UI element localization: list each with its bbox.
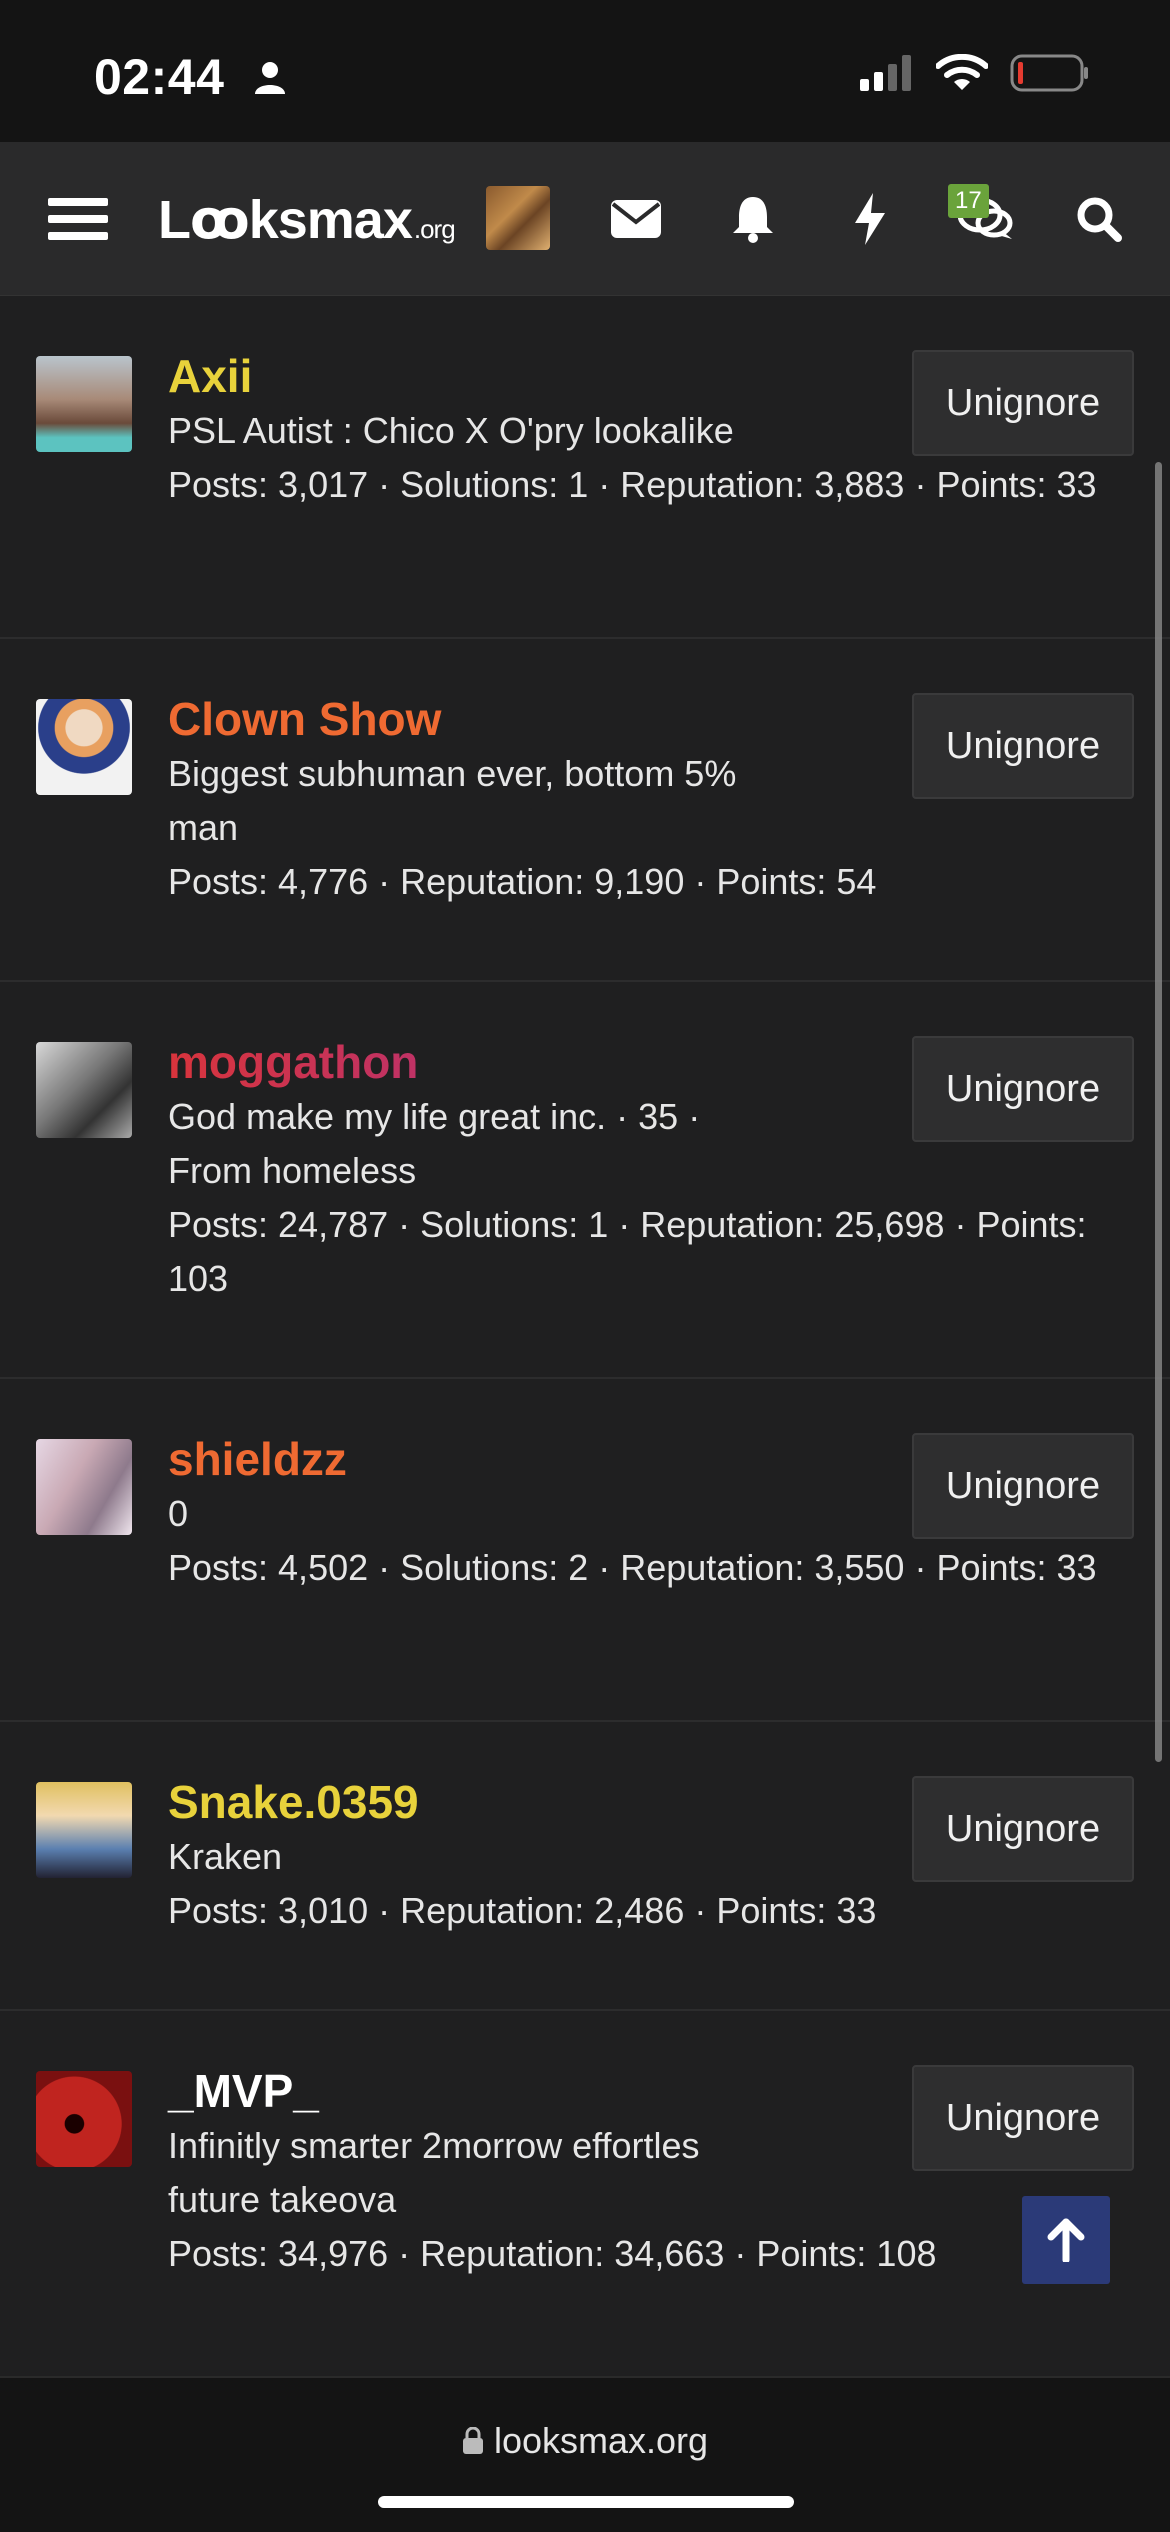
lock-icon xyxy=(462,2426,483,2454)
avatar xyxy=(486,186,550,250)
avatar[interactable] xyxy=(36,1042,132,1138)
conversations-button[interactable] xyxy=(956,142,1016,296)
inbox-button[interactable] xyxy=(610,142,662,296)
battery-icon xyxy=(1010,54,1088,92)
lightning-icon xyxy=(855,193,885,245)
unignore-button[interactable]: Unignore xyxy=(912,1433,1134,1539)
search-button[interactable] xyxy=(1074,142,1124,296)
status-time: 02:44 xyxy=(94,49,225,105)
unignore-button[interactable]: Unignore xyxy=(912,1036,1134,1142)
status-bar: 02:44 xyxy=(0,0,1170,142)
bell-icon xyxy=(733,197,773,243)
avatar[interactable] xyxy=(36,1439,132,1535)
top-nav: Lꝏksmax .org xyxy=(0,142,1170,296)
search-icon xyxy=(1077,197,1122,242)
list-item: _MVP_ Infinitly smarter 2morrow effortle… xyxy=(0,2011,1170,2374)
user-stats: Posts: 3,017 · Solutions: 1 · Reputation… xyxy=(168,464,1097,505)
avatar[interactable] xyxy=(36,1782,132,1878)
whats-new-button[interactable] xyxy=(850,142,890,296)
status-indicators xyxy=(860,54,1090,92)
scroll-to-top-button[interactable] xyxy=(1022,2196,1110,2284)
user-stats: Posts: 24,787 · Solutions: 1 · Reputatio… xyxy=(168,1204,1087,1299)
url-text: looksmax.org xyxy=(493,2420,709,2461)
home-indicator[interactable] xyxy=(378,2496,794,2508)
logo-text: Lꝏksmax xyxy=(158,189,413,250)
list-item: Snake.0359 Kraken Posts: 3,010 · Reputat… xyxy=(0,1722,1170,2011)
list-item: moggathon God make my life great inc. · … xyxy=(0,982,1170,1379)
list-item: Axii PSL Autist : Chico X O'pry lookalik… xyxy=(0,296,1170,639)
conversations-badge: 17 xyxy=(948,184,989,218)
alerts-button[interactable] xyxy=(728,142,778,296)
site-logo[interactable]: Lꝏksmax .org xyxy=(158,142,456,296)
url-display[interactable]: looksmax.org xyxy=(0,2420,1170,2462)
unignore-button[interactable]: Unignore xyxy=(912,1776,1134,1882)
arrow-up-icon xyxy=(1047,2218,1085,2262)
user-stats: Posts: 34,976 · Reputation: 34,663 · Poi… xyxy=(168,2233,937,2274)
person-icon xyxy=(255,62,285,94)
user-avatar-button[interactable] xyxy=(486,186,550,250)
user-stats: Posts: 3,010 · Reputation: 2,486 · Point… xyxy=(168,1890,877,1931)
wifi-icon xyxy=(936,54,988,90)
avatar[interactable] xyxy=(36,699,132,795)
envelope-icon xyxy=(611,200,661,238)
user-stats: Posts: 4,776 · Reputation: 9,190 · Point… xyxy=(168,861,877,902)
avatar[interactable] xyxy=(36,356,132,452)
ignored-members-list: Axii PSL Autist : Chico X O'pry lookalik… xyxy=(0,296,1170,2374)
unignore-button[interactable]: Unignore xyxy=(912,350,1134,456)
user-stats: Posts: 4,502 · Solutions: 2 · Reputation… xyxy=(168,1547,1097,1588)
list-item: Clown Show Biggest subhuman ever, bottom… xyxy=(0,639,1170,982)
unignore-button[interactable]: Unignore xyxy=(912,2065,1134,2171)
scrollbar[interactable] xyxy=(1155,462,1162,1762)
unignore-button[interactable]: Unignore xyxy=(912,693,1134,799)
logo-suffix: .org xyxy=(413,213,456,244)
browser-url-bar: looksmax.org xyxy=(0,2376,1170,2532)
menu-icon[interactable] xyxy=(46,142,110,296)
cellular-signal-icon xyxy=(860,55,911,91)
avatar[interactable] xyxy=(36,2071,132,2167)
list-item: shieldzz 0 Posts: 4,502 · Solutions: 2 ·… xyxy=(0,1379,1170,1722)
